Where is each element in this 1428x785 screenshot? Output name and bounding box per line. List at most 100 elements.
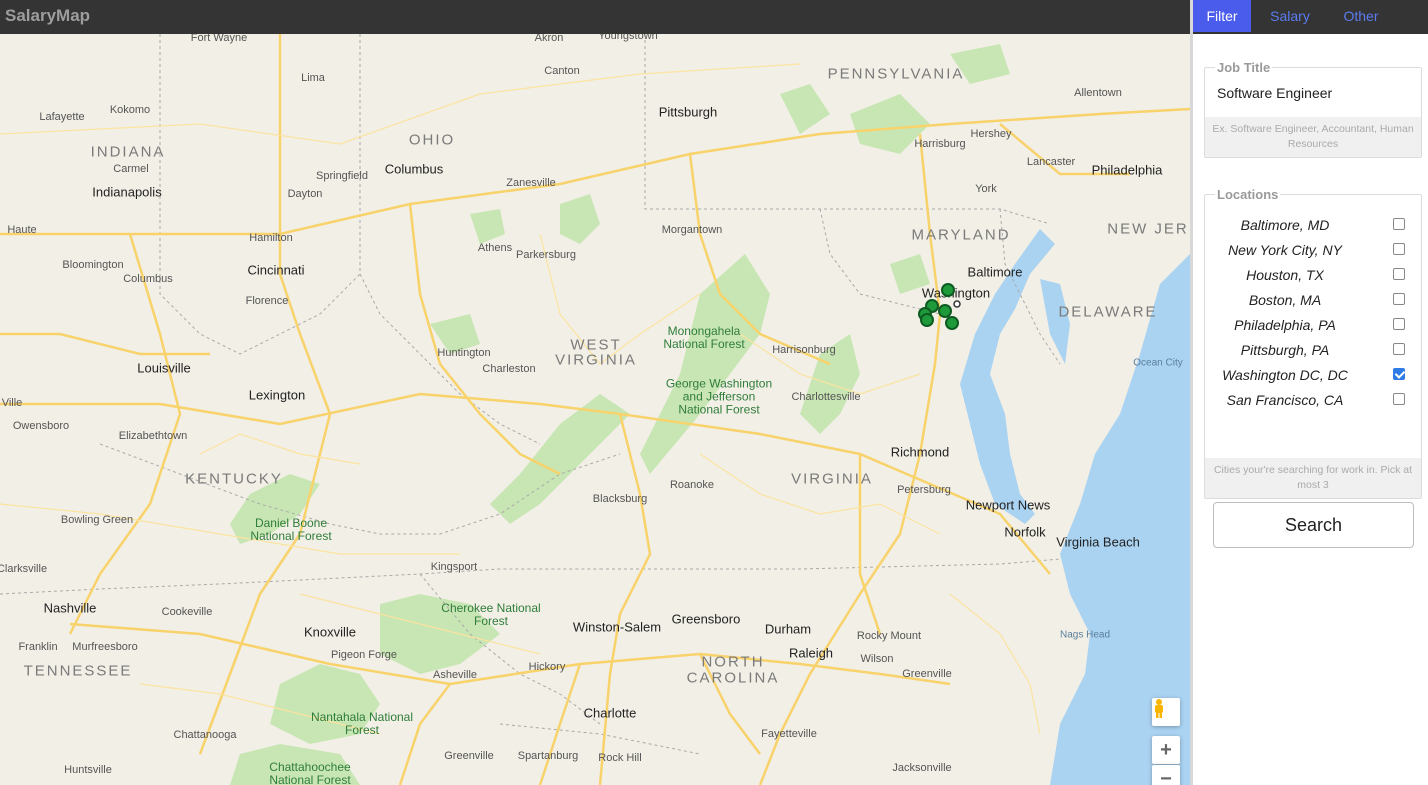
city-label: Rock Hill [598,752,642,764]
city-label: Virginia Beach [1056,534,1140,550]
job-title-input[interactable]: Software Engineer [1205,75,1421,117]
locations-group: Locations Baltimore, MD New York City, N… [1204,187,1422,499]
tab-filter[interactable]: Filter [1193,0,1251,32]
city-label: Florence [245,295,289,307]
city-label: Huntington [437,347,491,359]
state-label-maryland: MARYLAND [911,226,1011,244]
location-label: Washington DC, DC [1222,367,1348,383]
tab-other[interactable]: Other [1329,0,1393,32]
tab-salary[interactable]: Salary [1255,0,1325,32]
location-row-new-york[interactable]: New York City, NY [1205,239,1421,264]
city-label: Harrisonburg [772,344,836,356]
city-label: Louisville [137,360,191,376]
city-label: Morgantown [661,224,723,236]
brand-logo[interactable]: SalaryMap [5,6,90,26]
city-label: Akron [534,34,564,44]
state-label-delaware: DELAWARE [1058,303,1158,321]
city-label: Charlottesville [791,391,861,403]
location-checkbox[interactable] [1393,393,1405,405]
city-label: Greenville [444,750,494,762]
city-label: Baltimore [967,264,1023,280]
city-label: Raleigh [788,645,834,661]
state-label-north: NORTH [701,653,765,671]
location-label: Houston, TX [1246,267,1324,283]
city-label: Lancaster [1026,156,1076,168]
city-label: Ville [1,397,23,409]
city-label: Hickory [528,661,566,673]
location-row-houston[interactable]: Houston, TX [1205,264,1421,289]
city-label: Ocean City [1133,357,1183,369]
city-label: Hershey [970,128,1012,140]
city-label: Richmond [890,444,950,460]
park-label: Cherokee National Forest [441,601,541,628]
top-navbar: SalaryMap [0,0,1190,34]
state-label-tennessee: TENNESSEE [23,662,133,680]
city-label: Murfreesboro [72,641,138,653]
city-label: Winston-Salem [572,619,662,635]
city-label: Blacksburg [592,493,648,505]
location-label: Pittsburgh, PA [1240,342,1330,358]
street-view-pegman-icon[interactable] [1152,698,1180,726]
city-label: Carmel [113,163,149,175]
city-label: Nashville [43,600,97,616]
city-label: Norfolk [1004,524,1046,540]
city-label: Nags Head [1059,629,1111,641]
search-button[interactable]: Search [1213,502,1414,548]
city-label: Franklin [18,641,58,653]
city-label: Bloomington [62,259,124,271]
state-label-carolina: CAROLINA [686,669,780,687]
city-label: Bowling Green [60,514,134,526]
location-row-san-francisco[interactable]: San Francisco, CA [1205,389,1421,414]
locations-list: Baltimore, MD New York City, NY Houston,… [1205,202,1421,458]
city-label: Athens [477,242,513,254]
location-row-washington[interactable]: Washington DC, DC [1205,364,1421,389]
city-label: Zanesville [506,177,556,189]
location-checkbox-checked[interactable] [1393,368,1405,380]
park-label: Monongahela National Forest [663,324,745,351]
location-row-pittsburgh[interactable]: Pittsburgh, PA [1205,339,1421,364]
location-row-baltimore[interactable]: Baltimore, MD [1205,214,1421,239]
city-label: Knoxville [303,624,357,640]
location-label: Baltimore, MD [1240,217,1330,233]
location-row-philadelphia[interactable]: Philadelphia, PA [1205,314,1421,339]
state-label-ohio: OHIO [408,131,456,149]
park-label: Nantahala National Forest [310,710,414,737]
city-label: Asheville [432,669,478,681]
city-label: Huntsville [64,764,112,776]
city-label: Columbus [123,273,173,285]
map-base-layer [0,34,1190,785]
location-checkbox[interactable] [1393,243,1405,255]
city-label: Kokomo [109,104,151,116]
map-canvas[interactable]: PENNSYLVANIA OHIO INDIANA WEST VIRGINIA … [0,34,1190,785]
location-label: Philadelphia, PA [1234,317,1336,333]
locations-help: Cities your're searching for work in. Pi… [1205,458,1421,498]
location-checkbox[interactable] [1393,218,1405,230]
city-label: Cincinnati [247,262,305,278]
job-title-group: Job Title Software Engineer Ex. Software… [1204,60,1422,158]
city-label: Washington [921,285,991,301]
location-checkbox[interactable] [1393,318,1405,330]
zoom-in-button[interactable]: + [1152,736,1180,764]
location-checkbox[interactable] [1393,343,1405,355]
locations-legend: Locations [1217,187,1279,202]
city-label: Jacksonville [892,762,952,774]
location-label: New York City, NY [1228,242,1342,258]
city-label: Fort Wayne [190,34,248,44]
city-label: Kingsport [430,561,478,573]
city-label: Allentown [1074,87,1122,99]
location-checkbox[interactable] [1393,268,1405,280]
state-label-new-jersey: NEW JER [1107,220,1189,238]
location-checkbox[interactable] [1393,293,1405,305]
zoom-out-button[interactable]: − [1152,765,1180,785]
city-label: Spartanburg [517,750,579,762]
city-label: Clarksville [0,563,48,575]
location-row-boston[interactable]: Boston, MA [1205,289,1421,314]
city-label: Rocky Mount [856,630,922,642]
city-label: Indianapolis [92,184,162,200]
city-label: Fayetteville [761,728,817,740]
city-label: Greenville [902,668,952,680]
city-label: Hamilton [249,232,293,244]
city-label: York [975,183,997,195]
delaware-bay [1040,279,1070,364]
city-label: Petersburg [897,484,951,496]
